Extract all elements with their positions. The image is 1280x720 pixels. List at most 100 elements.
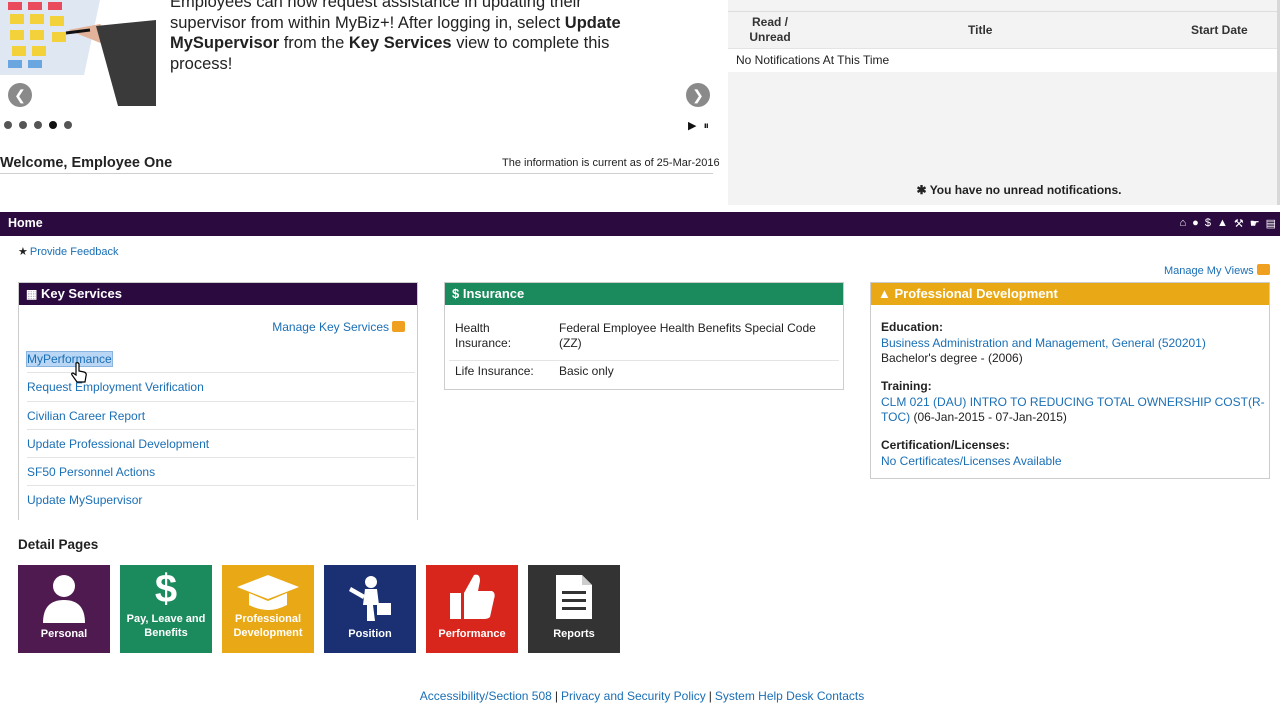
sf50-personnel-actions-link[interactable]: SF50 Personnel Actions [27, 465, 155, 479]
tile-pay-leave-benefits[interactable]: $ Pay, Leave and Benefits [120, 565, 212, 653]
divider [0, 173, 713, 174]
key-services-panel: ▦ Key Services Manage Key Services MyPer… [18, 282, 418, 520]
position-icon[interactable]: ⚒ [1234, 217, 1244, 230]
person-icon[interactable]: ● [1192, 217, 1199, 230]
education-detail: Bachelor's degree - (2006) [881, 351, 1023, 365]
chevron-left-icon: ❮ [14, 87, 26, 103]
carousel-dot-5[interactable] [64, 121, 72, 129]
update-professional-development-link[interactable]: Update Professional Development [27, 437, 209, 451]
reports-icon[interactable]: ▤ [1266, 217, 1276, 230]
detail-pages-tiles: Personal $ Pay, Leave and Benefits Profe… [18, 565, 620, 653]
tile-label: Pay, Leave and Benefits [126, 613, 206, 639]
manage-my-views-link[interactable]: Manage My Views [1164, 264, 1270, 277]
column-read-unread[interactable]: Read / Unread [748, 15, 792, 45]
training-label: Training: [881, 379, 932, 393]
notifications-panel: Read / Unread Title Start Date No Notifi… [728, 0, 1280, 205]
speech-bubble-icon [1256, 264, 1270, 275]
education-label: Education: [881, 320, 943, 334]
tile-label: Reports [553, 628, 595, 640]
certifications-label: Certification/Licenses: [881, 438, 1010, 452]
tile-position[interactable]: Position [324, 565, 416, 653]
panel-header: ▦ Key Services [19, 283, 417, 305]
health-insurance-value: Federal Employee Health Benefits Special… [559, 321, 816, 350]
column-start-date[interactable]: Start Date [1191, 23, 1248, 37]
certifications-section: Certification/Licenses: No Certificates/… [881, 438, 1266, 469]
life-insurance-value: Basic only [559, 364, 614, 378]
graduation-cap-icon [222, 573, 314, 615]
grid-icon: ▦ [26, 287, 38, 301]
carousel-dots [4, 121, 72, 129]
chevron-right-icon: ❯ [692, 87, 704, 103]
panel-title: $ Insurance [445, 283, 843, 305]
training-dates: (06-Jan-2015 - 07-Jan-2015) [913, 410, 1067, 424]
footer-separator: | [708, 689, 712, 703]
carousel-dot-1[interactable] [4, 121, 12, 129]
list-item: Update MySupervisor [27, 486, 415, 514]
manage-key-services-link[interactable]: Manage Key Services [272, 320, 405, 334]
welcome-greeting: Welcome, Employee One [0, 155, 173, 171]
document-icon [528, 573, 620, 625]
carousel-play-pause-control[interactable]: ▶ ⏸ [688, 119, 711, 133]
home-icon[interactable]: ⌂ [1180, 217, 1187, 230]
civilian-career-report-link[interactable]: Civilian Career Report [27, 409, 145, 423]
divider [449, 360, 839, 361]
accessibility-link[interactable]: Accessibility/Section 508 [420, 689, 552, 703]
mouse-pointer-icon [70, 362, 88, 389]
tile-personal[interactable]: Personal [18, 565, 110, 653]
list-item: Civilian Career Report [27, 402, 415, 430]
life-insurance-label: Life Insurance: [455, 364, 534, 378]
provide-feedback-link[interactable]: ★ Provide Feedback [18, 245, 119, 258]
privacy-policy-link[interactable]: Privacy and Security Policy [561, 689, 706, 703]
certifications-link[interactable]: No Certificates/Licenses Available [881, 454, 1266, 470]
footer-separator: | [554, 689, 558, 703]
speech-bubble-icon [392, 321, 405, 332]
nav-icon-bar: ⌂ ● $ ▲ ⚒ ☛ ▤ [1180, 217, 1276, 230]
detail-pages-heading: Detail Pages [18, 537, 99, 552]
training-section: Training: CLM 021 (DAU) INTRO TO REDUCIN… [881, 379, 1266, 426]
request-employment-verification-link[interactable]: Request Employment Verification [27, 380, 204, 394]
position-icon [324, 573, 416, 627]
professional-development-panel: ▲ Professional Development Education: Bu… [870, 282, 1270, 479]
panel-header: ▲ Professional Development [871, 283, 1269, 305]
tile-professional-development[interactable]: Professional Development [222, 565, 314, 653]
dollar-icon[interactable]: $ [1205, 217, 1211, 230]
tile-reports[interactable]: Reports [528, 565, 620, 653]
help-desk-contacts-link[interactable]: System Help Desk Contacts [715, 689, 864, 703]
tile-label: Personal [40, 628, 88, 640]
dollar-icon: $ [154, 567, 178, 611]
carousel-next-button[interactable]: ❯ [686, 83, 710, 107]
carousel-text: Employees can now request assistance in … [170, 0, 621, 73]
announcement-carousel: Employees can now request assistance in … [0, 0, 715, 140]
carousel-dot-2[interactable] [19, 121, 27, 129]
tile-label: Performance [438, 628, 506, 640]
update-mysupervisor-link[interactable]: Update MySupervisor [27, 493, 142, 507]
main-navbar: Home ⌂ ● $ ▲ ⚒ ☛ ▤ [0, 212, 1280, 236]
thumbs-up-icon [426, 571, 518, 625]
table-row: No Notifications At This Time [728, 49, 1278, 72]
carousel-prev-button[interactable]: ❮ [8, 83, 32, 107]
list-item: Update Professional Development [27, 430, 415, 459]
nav-home-link[interactable]: Home [8, 216, 43, 230]
education-degree-link[interactable]: Business Administration and Management, … [881, 336, 1266, 352]
education-section: Education: Business Administration and M… [881, 320, 1266, 367]
footer-links: Accessibility/Section 508 | Privacy and Se… [0, 689, 1280, 703]
health-insurance-label: Health Insurance: [455, 321, 512, 350]
graduation-cap-icon[interactable]: ▲ [1217, 217, 1228, 230]
notifications-table-header: Read / Unread Title Start Date [728, 11, 1278, 49]
unread-notifications-status: ✱ You have no unread notifications. [916, 183, 1122, 197]
carousel-dot-3[interactable] [34, 121, 42, 129]
thumbs-up-icon[interactable]: ☛ [1250, 217, 1260, 230]
list-item: SF50 Personnel Actions [27, 458, 415, 487]
star-icon: ★ [18, 246, 28, 258]
graduation-cap-icon: ▲ [878, 286, 891, 301]
insurance-panel: $ Insurance Health Insurance: Federal Em… [444, 282, 844, 390]
tile-label: Position [348, 628, 392, 640]
column-title[interactable]: Title [968, 23, 992, 37]
tile-label: Professional Development [233, 613, 303, 639]
data-currency-note: The information is current as of 25-Mar-… [502, 157, 720, 169]
panel-title: Professional Development [894, 286, 1058, 301]
person-icon [18, 573, 110, 627]
panel-title: Key Services [40, 286, 122, 301]
carousel-dot-4[interactable] [49, 121, 57, 129]
tile-performance[interactable]: Performance [426, 565, 518, 653]
